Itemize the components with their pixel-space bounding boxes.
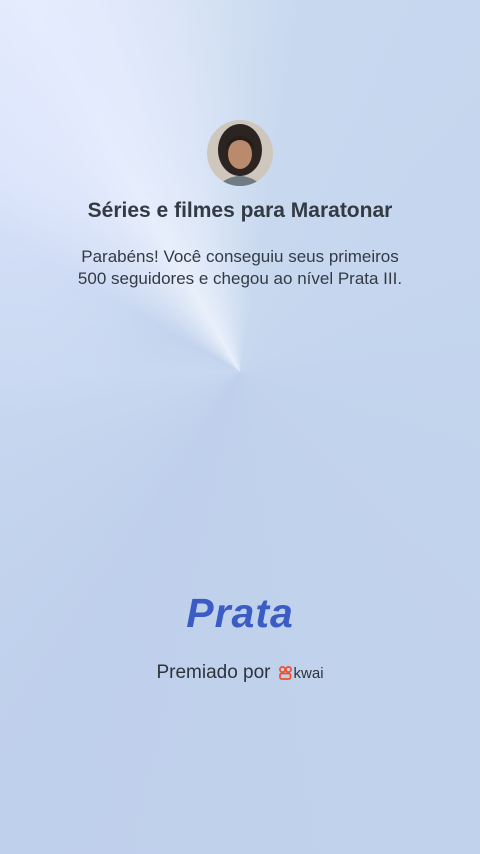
page-title: Séries e filmes para Maratonar xyxy=(87,199,393,222)
level-name: Prata xyxy=(186,590,294,636)
message-line-2: 500 seguidores e chegou ao nível Prata I… xyxy=(77,269,403,288)
awarded-by-label: Premiado por xyxy=(156,662,271,683)
congratulations-message: Parabéns! Você conseguiu seus primeiros … xyxy=(60,246,420,290)
kwai-logo-icon xyxy=(278,666,292,680)
brand-name: kwai xyxy=(293,664,324,682)
message-line-1: Parabéns! Você conseguiu seus primeiros xyxy=(81,247,399,266)
awarded-by-row: Premiado por kwai xyxy=(0,662,480,684)
avatar xyxy=(207,120,273,186)
